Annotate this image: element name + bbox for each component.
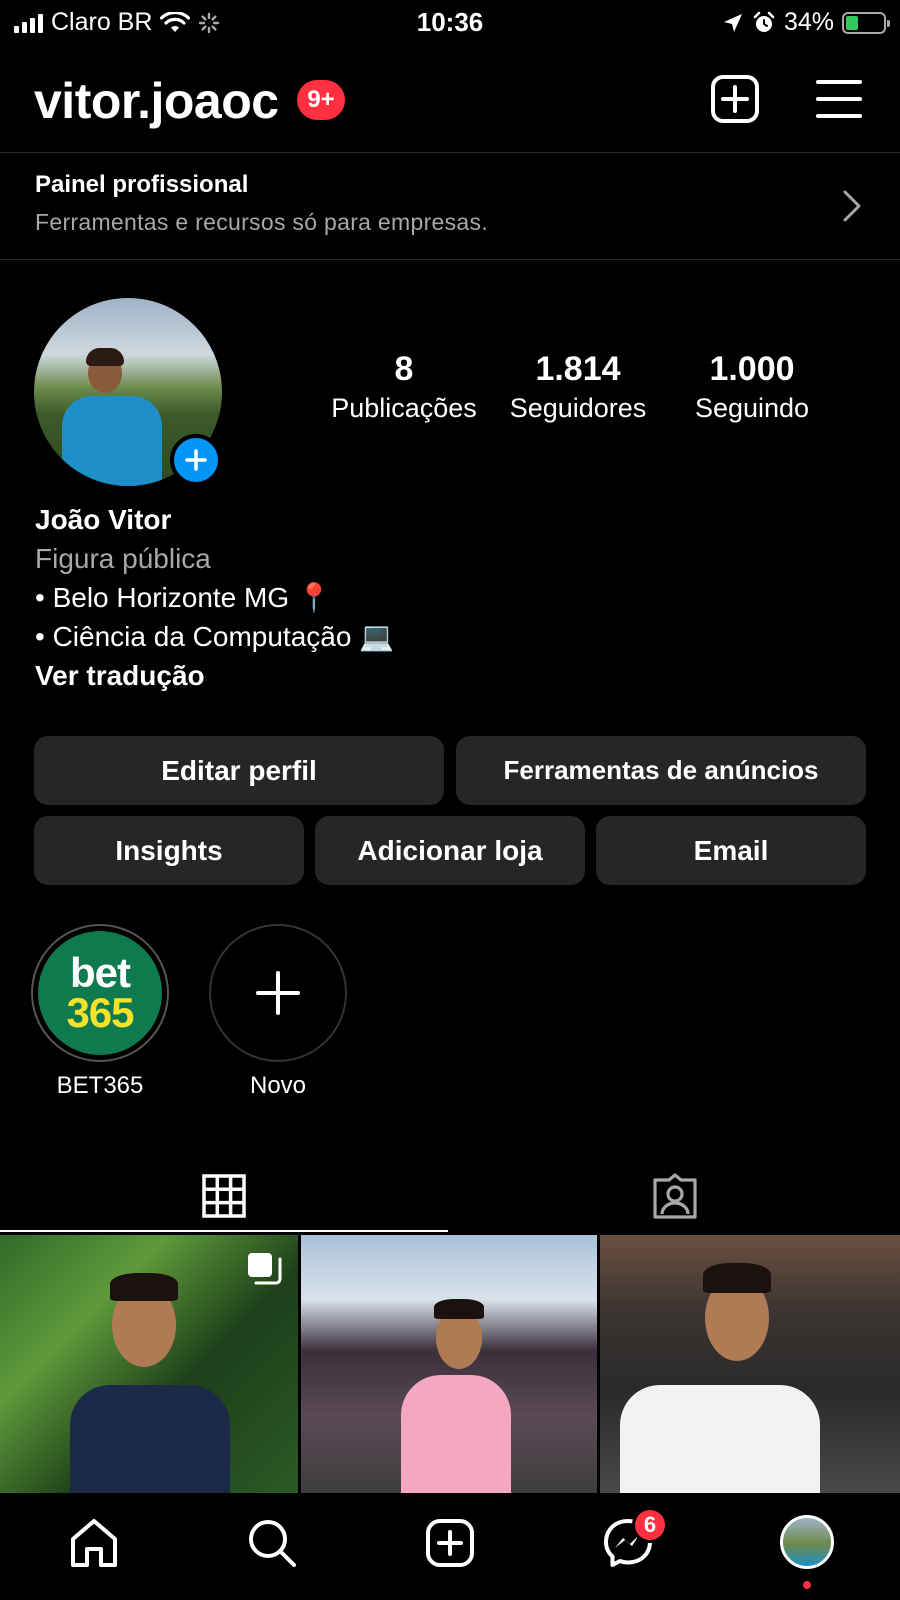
- post-figure-hair: [110, 1273, 178, 1301]
- stat-following[interactable]: 1.000 Seguindo: [672, 350, 832, 424]
- account-username[interactable]: vitor.joaoc: [34, 72, 279, 130]
- stat-value: 1.814: [535, 350, 621, 388]
- profile-header: vitor.joaoc 9+: [0, 60, 900, 140]
- ad-tools-button[interactable]: Ferramentas de anúncios: [456, 736, 866, 805]
- post-figure-hair: [434, 1299, 484, 1319]
- nav-create[interactable]: [422, 1515, 478, 1571]
- add-story-button[interactable]: [170, 434, 222, 486]
- profile-bio: João Vitor Figura pública • Belo Horizon…: [35, 500, 394, 695]
- post-thumbnail[interactable]: [301, 1235, 597, 1493]
- location-icon: [723, 13, 742, 32]
- professional-dashboard-panel[interactable]: Painel profissional Ferramentas e recurs…: [0, 152, 900, 260]
- highlight-bet365[interactable]: bet 365 BET365: [30, 924, 170, 1100]
- battery-icon: [842, 11, 890, 34]
- stat-label: Seguidores: [509, 393, 647, 423]
- profile-tabs: [0, 1158, 900, 1234]
- nav-home[interactable]: [66, 1515, 122, 1571]
- post-figure-body: [401, 1375, 511, 1493]
- bio-line: • Belo Horizonte MG 📍: [35, 582, 332, 613]
- bio-line: • Ciência da Computação 💻: [35, 621, 395, 652]
- multiple-photos-icon: [248, 1253, 282, 1285]
- plus-icon: [256, 971, 300, 1015]
- bet365-logo: bet 365: [38, 931, 162, 1055]
- pro-panel-title: Painel profissional: [35, 171, 249, 198]
- alarm-icon: [753, 11, 775, 32]
- see-translation-link[interactable]: Ver tradução: [35, 656, 394, 695]
- notification-badge[interactable]: 9+: [297, 80, 345, 120]
- new-post-icon[interactable]: [710, 74, 760, 124]
- plus-icon: [185, 449, 207, 471]
- add-shop-button[interactable]: Adicionar loja: [315, 816, 585, 885]
- highlight-label: BET365: [56, 1072, 144, 1099]
- profile-activity-dot: [803, 1581, 811, 1589]
- post-figure-body: [70, 1385, 230, 1493]
- nav-profile-avatar[interactable]: [780, 1515, 834, 1569]
- stat-posts[interactable]: 8 Publicações: [324, 350, 484, 424]
- tagged-icon: [653, 1173, 697, 1219]
- profile-name: João Vitor: [35, 504, 172, 535]
- bottom-navigation: 6: [0, 1493, 900, 1600]
- stat-followers[interactable]: 1.814 Seguidores: [498, 350, 658, 424]
- create-icon: [426, 1519, 474, 1567]
- pro-panel-subtitle: Ferramentas e recursos só para empresas.: [35, 209, 489, 235]
- menu-icon[interactable]: [816, 78, 862, 120]
- insights-button[interactable]: Insights: [34, 816, 304, 885]
- status-right: 34%: [722, 8, 890, 37]
- highlight-new[interactable]: Novo: [208, 924, 348, 1100]
- stat-value: 8: [394, 350, 414, 388]
- post-thumbnail[interactable]: [600, 1235, 900, 1493]
- home-icon: [71, 1519, 117, 1567]
- stat-value: 1.000: [709, 350, 795, 388]
- post-thumbnail[interactable]: [0, 1235, 298, 1493]
- nav-search[interactable]: [244, 1515, 300, 1571]
- messages-badge: 6: [632, 1507, 668, 1543]
- edit-profile-button[interactable]: Editar perfil: [34, 736, 444, 805]
- avatar-figure-body: [62, 396, 162, 486]
- avatar-figure-hair: [86, 348, 124, 366]
- logo-text-top: bet: [70, 949, 131, 996]
- post-figure-hair: [703, 1263, 771, 1293]
- profile-category: Figura pública: [35, 543, 211, 574]
- highlight-ring: bet 365: [31, 924, 169, 1062]
- battery-percent: 34%: [783, 8, 834, 36]
- highlight-label: Novo: [249, 1072, 307, 1099]
- grid-icon: [202, 1174, 246, 1218]
- status-bar: Claro BR 10:36 34%: [0, 0, 900, 46]
- stat-label: Publicações: [331, 393, 477, 423]
- active-tab-indicator: [0, 1230, 448, 1232]
- chevron-right-icon: [843, 190, 861, 222]
- battery-level: [846, 15, 859, 30]
- email-button[interactable]: Email: [596, 816, 866, 885]
- search-icon: [249, 1520, 296, 1567]
- stat-label: Seguindo: [694, 393, 810, 423]
- tab-tagged[interactable]: [450, 1158, 900, 1234]
- logo-text-bottom: 365: [66, 989, 134, 1036]
- post-figure-body: [620, 1385, 820, 1493]
- tab-posts-grid[interactable]: [0, 1158, 448, 1234]
- highlight-ring: [209, 924, 347, 1062]
